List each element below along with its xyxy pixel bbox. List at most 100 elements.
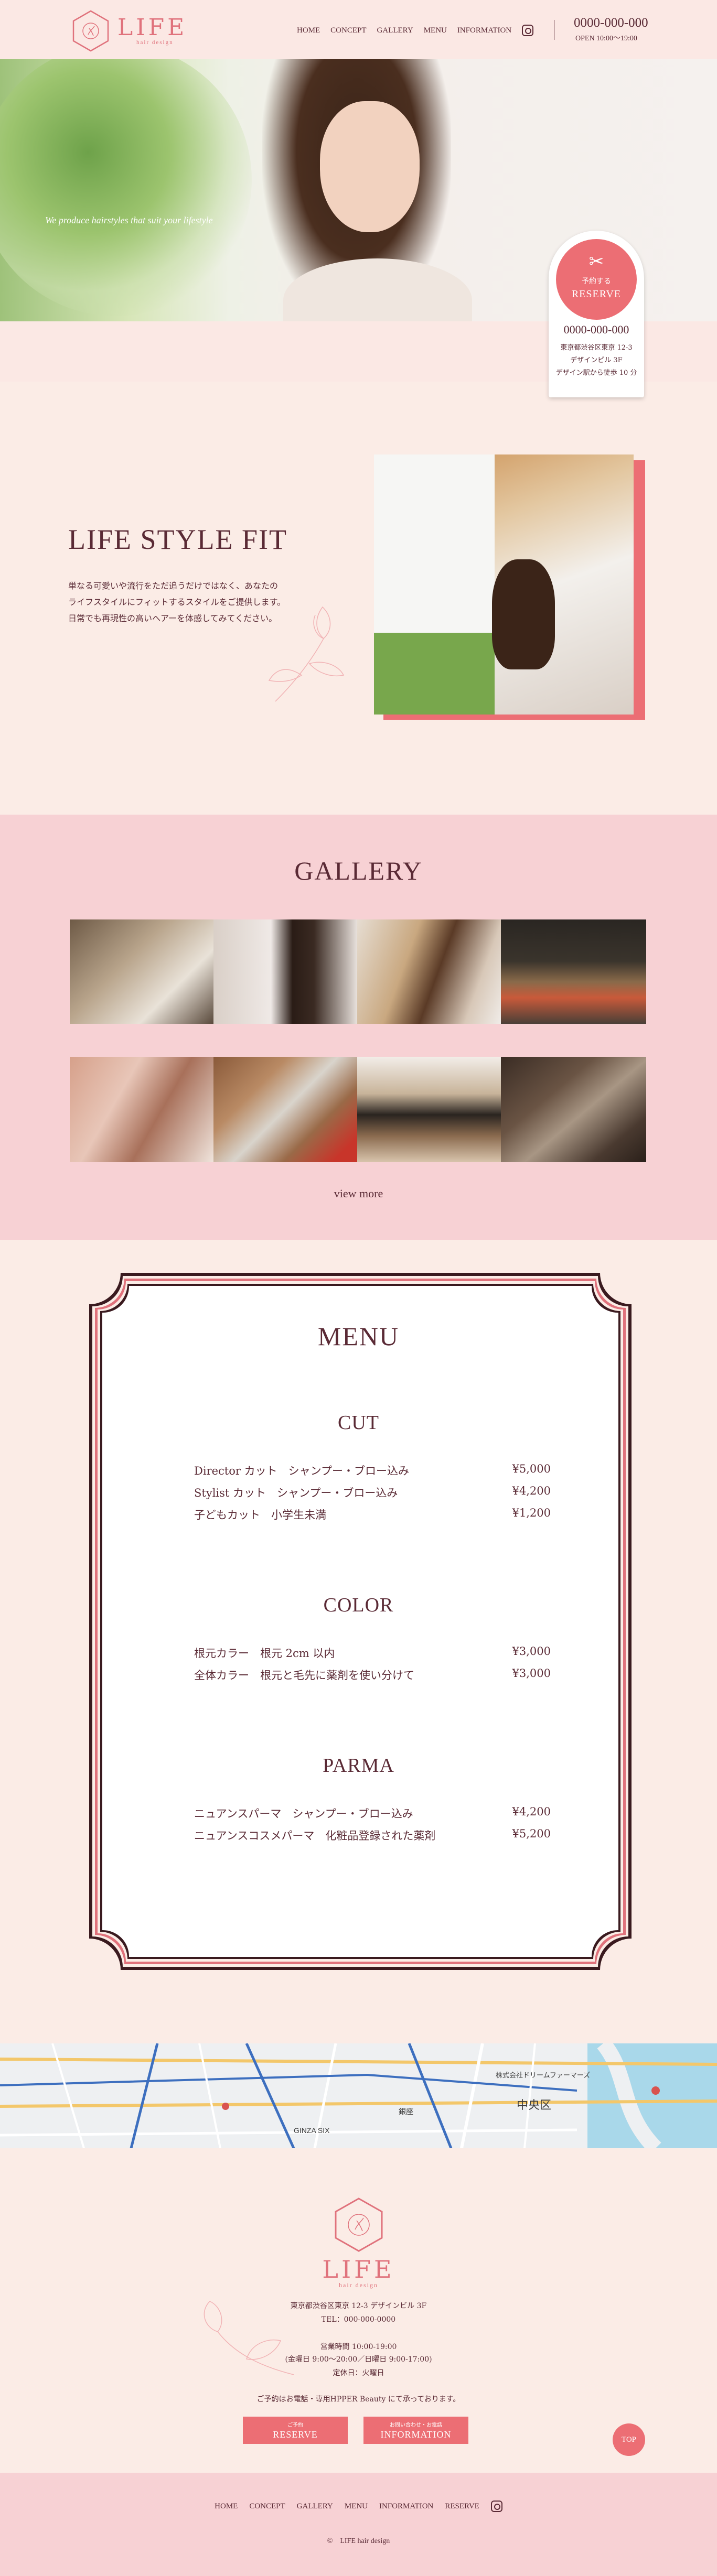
footer-nav-concept[interactable]: CONCEPT	[249, 2502, 285, 2511]
reserve-card[interactable]: ✂ 予約する RESERVE 0000-000-000 東京都渋谷区東京 12-…	[549, 231, 644, 397]
menu-item-name: ニュアンスパーマ シャンプー・ブロー込み	[194, 1807, 413, 1820]
footer-nav-gallery[interactable]: GALLERY	[297, 2502, 333, 2511]
footer-brand-sub: hair design	[339, 2281, 378, 2289]
hero-tagline: We produce hairstyles that suit your lif…	[45, 215, 213, 225]
footer-nav: HOME CONCEPT GALLERY MENU INFORMATION RE…	[0, 2501, 717, 2512]
nav-menu[interactable]: MENU	[424, 26, 447, 35]
instagram-icon[interactable]	[522, 25, 534, 36]
gallery-photo-5[interactable]	[70, 1057, 213, 1162]
map-label: 株式会社ドリームファーマーズ	[496, 2072, 591, 2080]
footer-nav-home[interactable]: HOME	[215, 2502, 238, 2511]
page: LIFE hair design HOME CONCEPT GALLERY ME…	[0, 0, 717, 2576]
footer-instagram-icon[interactable]	[490, 2501, 502, 2512]
footer-reserve-small: ご予約	[287, 2422, 303, 2428]
footer-notice: ご予約はお電話・専用HPPER Beauty にて承っております。	[256, 2395, 461, 2404]
menu-category-cut: CUT	[338, 1412, 379, 1434]
concept-line-1: 単なる可愛いや流行をただ追うだけではなく、あなたの	[68, 581, 279, 591]
nav-gallery[interactable]: GALLERY	[377, 26, 413, 35]
menu-item: 子どもカット 小学生未満 ¥1,200	[194, 1507, 551, 1522]
menu-item-price: ¥3,000	[512, 1645, 551, 1658]
footer-information-label: INFORMATION	[380, 2429, 452, 2440]
menu-item-name: ニュアンスコスメパーマ 化粧品登録された薬剤	[194, 1830, 436, 1842]
footer-brand-name: LIFE	[322, 2255, 395, 2283]
concept-photo-client-hair	[492, 559, 555, 669]
menu-category-parma: PARMA	[323, 1755, 394, 1777]
menu-item-price: ¥5,000	[512, 1463, 551, 1475]
reserve-card-address-2: デザインビル 3F	[570, 356, 623, 364]
main-nav: HOME CONCEPT GALLERY MENU INFORMATION	[297, 25, 534, 36]
menu-item: Director カット シャンプー・ブロー込み ¥5,000	[194, 1463, 551, 1478]
footer-address: 東京都渋谷区東京 12-3 デザインビル 3F	[290, 2302, 427, 2310]
nav-information[interactable]: INFORMATION	[457, 26, 511, 35]
footer-tel[interactable]: TEL：000-000-0000	[0, 2314, 717, 2324]
copyright: © LIFE hair design	[327, 2537, 390, 2545]
logo[interactable]: LIFE hair design	[69, 9, 187, 52]
map-label: 中央区	[517, 2099, 552, 2112]
menu-item: Stylist カット シャンプー・ブロー込み ¥4,200	[194, 1485, 551, 1500]
view-more-link[interactable]: view more	[0, 1187, 717, 1200]
gallery-photo-3[interactable]	[357, 919, 501, 1024]
nav-concept[interactable]: CONCEPT	[330, 26, 366, 35]
menu-frame	[89, 1273, 632, 1970]
map-roads	[0, 2043, 717, 2148]
footer-hours-title: 営業時間 10:00-19:00	[320, 2343, 397, 2351]
gallery-photo-4[interactable]	[501, 919, 646, 1024]
reserve-label: RESERVE	[571, 288, 622, 300]
menu-item-price: ¥3,000	[512, 1667, 551, 1680]
back-to-top-button[interactable]: TOP	[613, 2423, 645, 2456]
footer-bar	[0, 2473, 717, 2576]
reserve-button[interactable]: ✂ 予約する RESERVE	[556, 239, 637, 320]
menu-item-price: ¥4,200	[512, 1485, 551, 1497]
scissors-icon: ✂	[588, 251, 604, 272]
footer-nav-menu[interactable]: MENU	[345, 2502, 368, 2511]
footer-logo-icon[interactable]	[330, 2196, 387, 2253]
menu-item: 全体カラー 根元と毛先に薬剤を使い分けて ¥3,000	[194, 1667, 551, 1683]
menu-title: MENU	[317, 1322, 400, 1351]
nav-home[interactable]: HOME	[297, 26, 320, 35]
concept-photo	[374, 454, 634, 715]
concept-photo-apron	[374, 633, 495, 715]
gallery-photo-8[interactable]	[501, 1057, 646, 1162]
logo-hex-icon	[72, 10, 109, 52]
menu-item-price: ¥4,200	[512, 1805, 551, 1818]
menu-item: ニュアンスコスメパーマ 化粧品登録された薬剤 ¥5,200	[194, 1827, 551, 1843]
map-label: 銀座	[399, 2108, 413, 2116]
footer-hours: (金曜日 9:00〜20:00／日曜日 9:00-17:00)	[285, 2355, 432, 2364]
footer-reserve-label: RESERVE	[273, 2429, 318, 2440]
gallery-photo-6[interactable]	[213, 1057, 357, 1162]
hero-model-face	[320, 101, 420, 232]
tulip-illustration	[268, 606, 345, 702]
logo-name: LIFE	[117, 14, 188, 41]
menu-item-name: 子どもカット 小学生未満	[194, 1509, 326, 1521]
menu-item-name: 全体カラー 根元と毛先に薬剤を使い分けて	[194, 1669, 414, 1682]
footer-nav-reserve[interactable]: RESERVE	[445, 2502, 479, 2511]
menu-item: 根元カラー 根元 2cm 以内 ¥3,000	[194, 1645, 551, 1661]
menu-item-name: Director カット シャンプー・ブロー込み	[194, 1465, 409, 1477]
menu-item-price: ¥1,200	[512, 1507, 551, 1519]
reserve-card-address-1: 東京都渋谷区東京 12-3	[560, 344, 633, 352]
map[interactable]: GINZA SIX 中央区 株式会社ドリームファーマーズ 銀座	[0, 2043, 717, 2148]
footer-reserve-button[interactable]: ご予約 RESERVE	[243, 2417, 348, 2444]
gallery-title: GALLERY	[294, 856, 423, 885]
gallery-photo-2[interactable]	[213, 919, 357, 1024]
gallery-photo-1[interactable]	[70, 919, 213, 1024]
footer-closed: 定休日：火曜日	[333, 2369, 384, 2377]
footer-information-small: お問い合わせ・お電話	[390, 2422, 442, 2428]
reserve-small-label: 予約する	[582, 277, 611, 286]
hero-foliage	[0, 59, 252, 316]
menu-item-name: Stylist カット シャンプー・ブロー込み	[194, 1487, 398, 1499]
reserve-card-tel[interactable]: 0000-000-000	[549, 323, 644, 337]
gallery-photo-7[interactable]	[357, 1057, 501, 1162]
header-tel[interactable]: 0000-000-000	[574, 16, 648, 30]
footer-nav-information[interactable]: INFORMATION	[379, 2502, 433, 2511]
reserve-card-address-3: デザイン駅から徒歩 10 分	[555, 369, 637, 377]
header-open-hours: OPEN 10:00〜19:00	[575, 35, 637, 42]
menu-item: ニュアンスパーマ シャンプー・ブロー込み ¥4,200	[194, 1805, 551, 1821]
map-label: GINZA SIX	[294, 2126, 330, 2135]
footer-information-button[interactable]: お問い合わせ・お電話 INFORMATION	[363, 2417, 468, 2444]
concept-title: LIFE STYLE FIT	[68, 524, 287, 555]
site-header: LIFE hair design HOME CONCEPT GALLERY ME…	[0, 0, 717, 59]
menu-item-name: 根元カラー 根元 2cm 以内	[194, 1647, 335, 1660]
gallery-section: GALLERY view more	[0, 815, 717, 1240]
menu-item-price: ¥5,200	[512, 1827, 551, 1840]
